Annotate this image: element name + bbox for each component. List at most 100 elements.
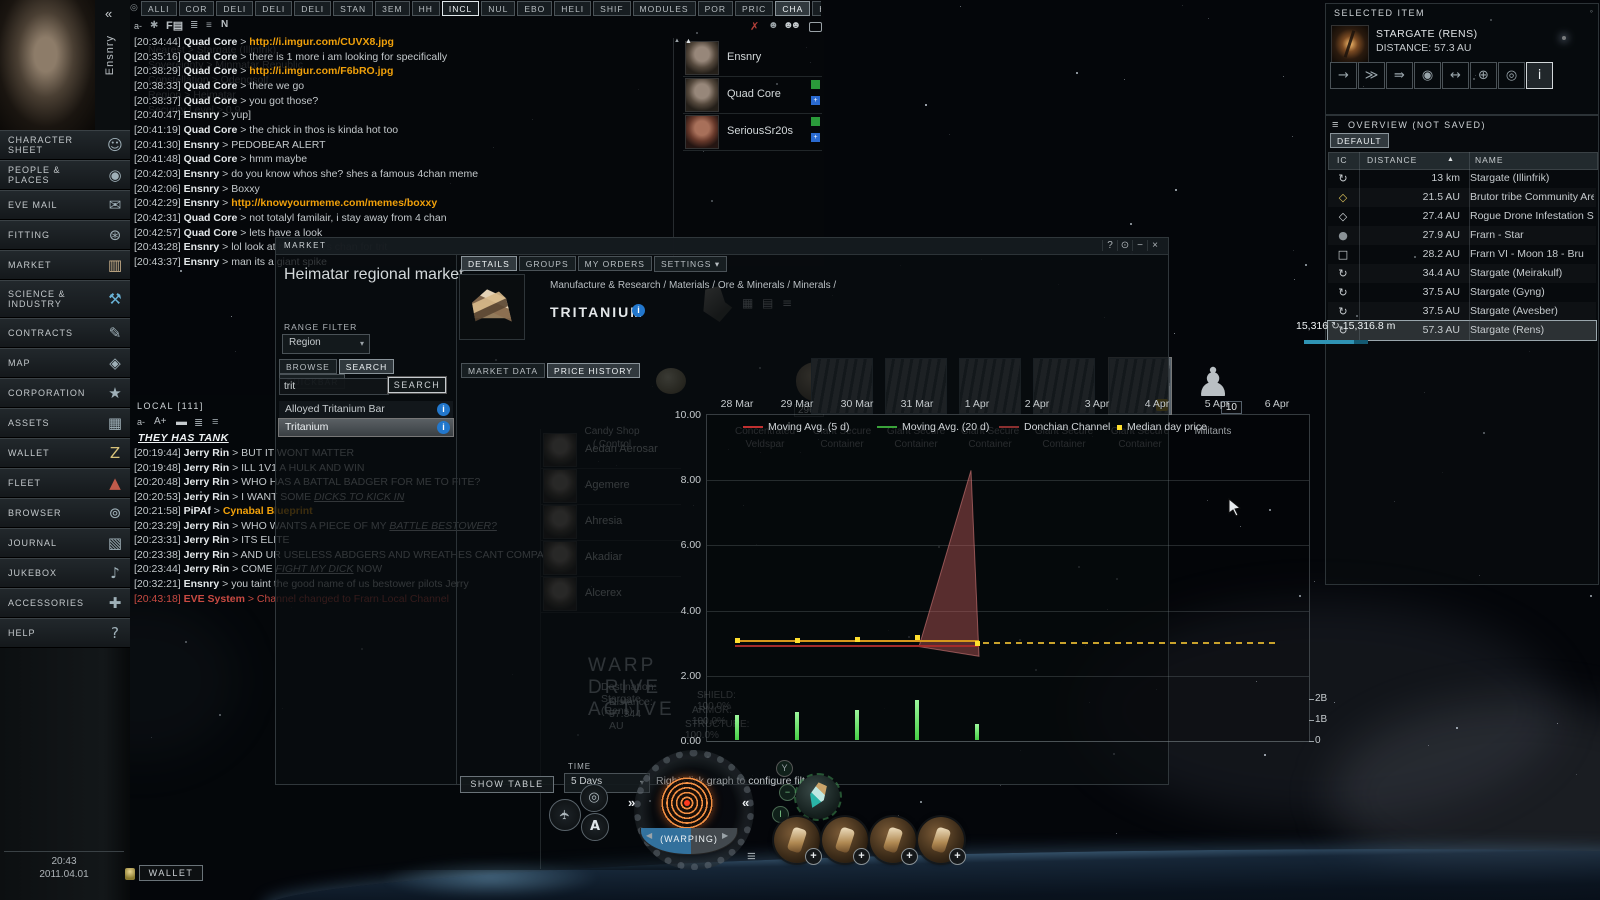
stack-view-icon[interactable]: ≣ bbox=[190, 20, 198, 31]
sidebar-item-jukebox[interactable]: JUKEBOX ♪ bbox=[0, 558, 130, 588]
search-result-item[interactable]: Alloyed Tritanium Bar i bbox=[279, 401, 453, 418]
notify-icon[interactable]: N bbox=[221, 19, 228, 30]
chat-tab-help[interactable]: HELP bbox=[812, 1, 821, 16]
selected-item-title[interactable]: SELECTED ITEM bbox=[1334, 8, 1425, 18]
result-info-icon[interactable]: i bbox=[437, 421, 450, 434]
chat-tab-pric[interactable]: PRIC bbox=[735, 1, 774, 16]
cargo-module-button-2[interactable]: + bbox=[822, 817, 870, 865]
member-row[interactable]: Quad Core + bbox=[683, 77, 822, 114]
minimize-button[interactable]: − bbox=[1132, 240, 1147, 251]
solid-view-icon[interactable]: ▬ bbox=[176, 416, 187, 428]
clock-time[interactable]: 20:43 bbox=[0, 856, 128, 867]
font-smaller-button[interactable]: a- bbox=[134, 21, 142, 31]
chat-scrollbar[interactable]: ▲ bbox=[673, 38, 681, 260]
overview-title[interactable]: OVERVIEW (NOT SAVED) bbox=[1348, 120, 1486, 130]
overview-row[interactable]: □ 28.2 AU Frarn VI - Moon 18 - Bru bbox=[1328, 245, 1596, 264]
chat-settings-icon[interactable]: ✱ bbox=[150, 20, 158, 31]
overview-row[interactable]: ↻ 37.5 AU Stargate (Avesber) bbox=[1328, 302, 1596, 321]
chat-tab-heli[interactable]: HELI bbox=[554, 1, 592, 16]
sidebar-item-eve-mail[interactable]: EVE MAIL ✉ bbox=[0, 190, 130, 220]
overview-row[interactable]: ● 27.9 AU Frarn - Star bbox=[1328, 226, 1596, 245]
chat-tab-deli[interactable]: DELI bbox=[255, 1, 293, 16]
sidebar-item-map[interactable]: MAP ◈ bbox=[0, 348, 130, 378]
chat-tab-incl[interactable]: INCL bbox=[441, 1, 480, 16]
chat-tab-hh[interactable]: HH bbox=[411, 1, 440, 16]
help-button[interactable]: ? bbox=[1102, 240, 1117, 251]
tab-settings[interactable]: SETTINGS ▾ bbox=[653, 256, 728, 272]
range-filter-select[interactable]: Region ▾ bbox=[282, 334, 370, 354]
safety-toggle[interactable]: Y bbox=[776, 760, 793, 777]
price-history-chart[interactable]: 10.00 8.00 6.00 4.00 2.00 0.00 28 Mar 29 Mar 30 … bbox=[675, 398, 1328, 747]
font-icon[interactable]: F▤ bbox=[166, 19, 183, 32]
cargo-module-button-1[interactable]: + bbox=[774, 817, 822, 865]
selected-item-thumbnail[interactable] bbox=[1331, 25, 1369, 63]
warp-to-button[interactable]: ≫ bbox=[1358, 62, 1385, 89]
search-result-item[interactable]: Tritanium i bbox=[278, 418, 454, 437]
show-table-button[interactable]: SHOW TABLE bbox=[460, 776, 554, 793]
sidebar-item-market[interactable]: MARKET ▥ bbox=[0, 250, 130, 280]
hud-menu-icon[interactable]: ≡ bbox=[747, 848, 756, 865]
sidebar-item-fitting[interactable]: FITTING ⊛ bbox=[0, 220, 130, 250]
sidebar-item-accessories[interactable]: ACCESSORIES ✚ bbox=[0, 588, 130, 618]
font-smaller-button[interactable]: a- bbox=[137, 417, 145, 427]
max-speed-icon[interactable]: ▶ bbox=[722, 831, 728, 840]
breadcrumb[interactable]: Manufacture & Research / Materials / Ore… bbox=[550, 280, 836, 291]
chat-tab-cor[interactable]: COR bbox=[178, 1, 215, 16]
lock-target-button[interactable]: ⊕ bbox=[1470, 62, 1497, 89]
keep-at-range-button[interactable]: ↔ bbox=[1442, 62, 1469, 89]
sort-ascending-icon[interactable]: ▲ bbox=[1447, 156, 1454, 163]
member-sort-icon[interactable]: ▲ bbox=[685, 38, 692, 45]
overload-plus-badge[interactable]: + bbox=[901, 848, 918, 865]
close-button[interactable]: × bbox=[1147, 240, 1162, 251]
sidebar-item-fleet[interactable]: FLEET ▲ bbox=[0, 468, 130, 498]
afterburner-module-button[interactable] bbox=[794, 773, 842, 821]
overview-row[interactable]: ◇ 21.5 AU Brutor tribe Community Are bbox=[1328, 188, 1596, 207]
overload-plus-badge[interactable]: + bbox=[949, 848, 966, 865]
character-portrait[interactable] bbox=[0, 0, 96, 131]
chat-tab-deli[interactable]: DELI bbox=[216, 1, 254, 16]
compact-view-icon[interactable]: ≡ bbox=[212, 416, 218, 428]
overload-plus-badge[interactable]: + bbox=[805, 848, 822, 865]
col-icon[interactable]: IC bbox=[1337, 155, 1348, 165]
sidebar-item-character-sheet[interactable]: CHARACTER SHEET ☺ bbox=[0, 130, 130, 160]
scroll-up-icon[interactable]: ▲ bbox=[674, 38, 680, 44]
cargo-module-button-4[interactable]: + bbox=[918, 817, 966, 865]
local-motd-link[interactable]: THEY HAS TANK bbox=[138, 432, 229, 444]
collapse-neocom-button[interactable]: « bbox=[105, 6, 112, 21]
sidebar-item-contracts[interactable]: CONTRACTS ✎ bbox=[0, 318, 130, 348]
sidebar-item-assets[interactable]: ASSETS ▦ bbox=[0, 408, 130, 438]
capacitor-display[interactable] bbox=[661, 777, 713, 829]
member-row[interactable]: Ensnry bbox=[683, 40, 822, 77]
overview-row[interactable]: ↻ 13 km Stargate (Illinfrik) bbox=[1328, 169, 1596, 188]
approach-button[interactable]: → bbox=[1330, 62, 1357, 89]
overview-row[interactable]: ◇ 27.4 AU Rogue Drone Infestation Sp bbox=[1328, 207, 1596, 226]
search-button[interactable]: SEARCH bbox=[387, 376, 447, 394]
search-input[interactable] bbox=[279, 378, 389, 395]
member-row[interactable]: SeriousSr20s + bbox=[683, 114, 822, 151]
sidebar-item-people-places[interactable]: PEOPLE & PLACES ◉ bbox=[0, 160, 130, 190]
sidebar-item-corporation[interactable]: CORPORATION ★ bbox=[0, 378, 130, 408]
tab-search[interactable]: SEARCH bbox=[338, 359, 395, 374]
sidebar-item-wallet[interactable]: WALLET Z bbox=[0, 438, 130, 468]
chat-tab-alli[interactable]: ALLI bbox=[141, 1, 177, 16]
overview-menu-icon[interactable]: ≡ bbox=[1332, 119, 1338, 131]
jump-button[interactable]: ⇛ bbox=[1386, 62, 1413, 89]
sidebar-item-journal[interactable]: JOURNAL ▧ bbox=[0, 528, 130, 558]
decrease-speed-icon[interactable]: ◀ bbox=[646, 831, 652, 840]
member-group-icon[interactable]: ☻☻ bbox=[783, 20, 801, 31]
chat-tab-3em[interactable]: 3EM bbox=[375, 1, 410, 16]
chat-tab-por[interactable]: POR bbox=[697, 1, 734, 16]
list-view-icon[interactable]: ≡ bbox=[206, 20, 212, 31]
overview-row[interactable]: ↻ 37.5 AU Stargate (Gyng) bbox=[1328, 283, 1596, 302]
tab-price-history[interactable]: PRICE HISTORY bbox=[547, 363, 640, 378]
tab-my-orders[interactable]: MY ORDERS bbox=[577, 256, 652, 271]
show-info-button[interactable]: i bbox=[1526, 62, 1553, 89]
chat-bubble-icon[interactable] bbox=[809, 22, 822, 32]
chat-tab-cha[interactable]: CHA bbox=[775, 1, 811, 16]
font-larger-button[interactable]: A+ bbox=[154, 416, 167, 427]
overview-tab-default[interactable]: DEFAULT bbox=[1330, 133, 1389, 148]
module-group-toggle[interactable]: − bbox=[779, 784, 796, 801]
channel-list-icon[interactable]: ◎ bbox=[130, 2, 140, 14]
sidebar-item-help[interactable]: HELP? bbox=[0, 618, 130, 648]
overload-plus-badge[interactable]: + bbox=[853, 848, 870, 865]
